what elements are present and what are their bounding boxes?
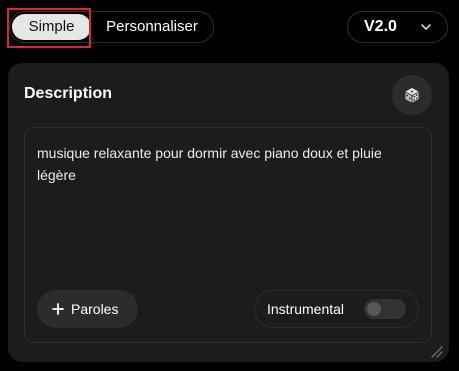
tab-personnaliser[interactable]: Personnaliser xyxy=(96,14,208,40)
dice-icon xyxy=(405,88,419,103)
mode-tab-group: Simple Personnaliser xyxy=(9,11,214,43)
description-textarea[interactable]: musique relaxante pour dormir avec piano… xyxy=(24,127,432,343)
description-text[interactable]: musique relaxante pour dormir avec piano… xyxy=(37,142,417,186)
tab-simple[interactable]: Simple xyxy=(12,14,91,40)
version-select[interactable]: V2.0 xyxy=(347,11,448,43)
description-title: Description xyxy=(24,85,113,102)
instrumental-toggle[interactable] xyxy=(364,299,406,319)
instrumental-control: Instrumental xyxy=(254,290,419,328)
resize-handle-icon[interactable] xyxy=(429,344,443,358)
add-lyrics-button[interactable]: Paroles xyxy=(37,290,138,328)
instrumental-label: Instrumental xyxy=(267,301,345,317)
lyrics-button-label: Paroles xyxy=(71,301,119,317)
plus-icon xyxy=(52,303,64,315)
random-description-button[interactable] xyxy=(392,75,432,115)
version-label: V2.0 xyxy=(364,18,397,35)
chevron-down-icon xyxy=(421,24,431,30)
toggle-knob xyxy=(367,302,381,316)
description-panel: Description musique relaxante pour dormi… xyxy=(8,63,449,362)
